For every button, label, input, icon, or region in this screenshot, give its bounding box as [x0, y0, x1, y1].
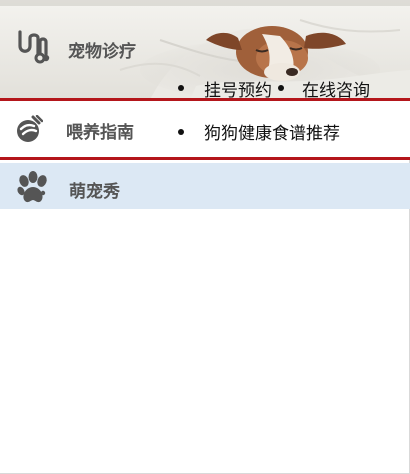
bullet-icon	[178, 128, 184, 135]
pet-show-title: 萌宠秀	[69, 182, 120, 202]
pet-clinic-links: 挂号预约 在线咨询	[176, 76, 376, 100]
paw-icon	[17, 171, 47, 203]
appointment-link[interactable]: 挂号预约	[176, 76, 272, 101]
menu-item-feeding-guide[interactable]: 喂养指南 狗狗健康食谱推荐	[0, 98, 410, 160]
dog-diet-recipes-label: 狗狗健康食谱推荐	[204, 124, 340, 144]
menu-item-pet-show[interactable]: 萌宠秀	[0, 163, 410, 209]
bowl-icon	[17, 115, 43, 142]
online-consult-link[interactable]: 在线咨询	[278, 76, 370, 101]
appointment-link-label: 挂号预约	[204, 80, 272, 101]
stethoscope-icon	[18, 30, 50, 64]
pet-clinic-title: 宠物诊疗	[68, 42, 136, 62]
dog-diet-recipes-link[interactable]: 狗狗健康食谱推荐	[176, 119, 340, 144]
online-consult-link-label: 在线咨询	[302, 80, 370, 101]
menu-item-pet-clinic[interactable]: 宠物诊疗 挂号预约 在线咨询	[0, 0, 410, 100]
bullet-icon	[278, 85, 284, 91]
feeding-guide-title: 喂养指南	[66, 123, 134, 143]
bullet-icon	[178, 85, 184, 91]
